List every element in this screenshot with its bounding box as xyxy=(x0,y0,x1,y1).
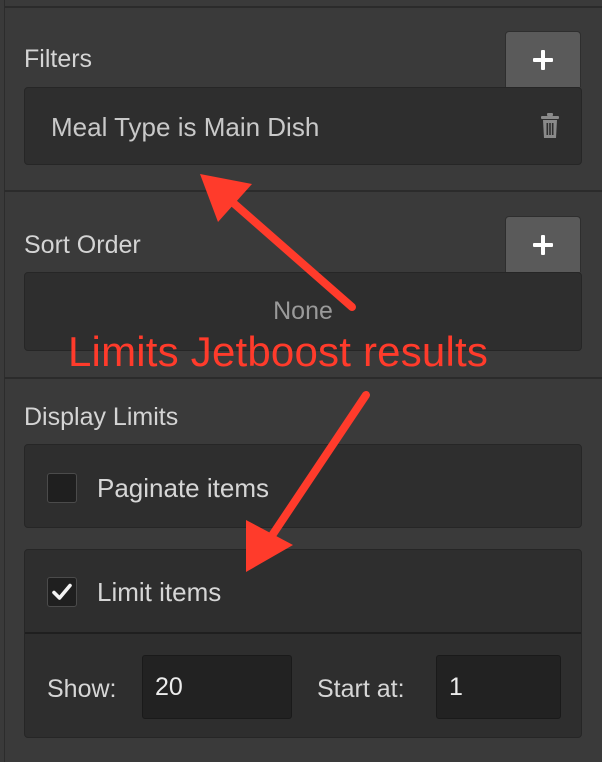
annotation-label: Limits Jetboost results xyxy=(68,328,489,375)
arrow-to-limit-items xyxy=(246,391,370,572)
annotation-arrows xyxy=(200,174,370,572)
arrow-to-filter xyxy=(200,174,356,311)
